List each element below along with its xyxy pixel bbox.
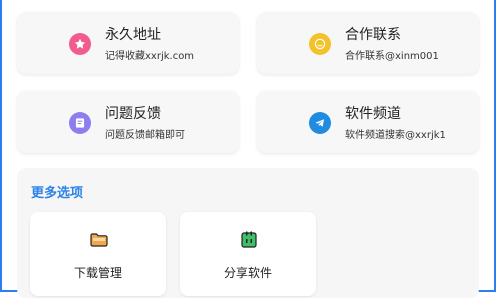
smile-icon	[309, 33, 331, 55]
contact-card[interactable]: 合作联系 合作联系@xinm001	[257, 12, 479, 74]
tile-label: 分享软件	[223, 266, 272, 280]
card-title: 问题反馈	[105, 106, 161, 122]
more-options-section: 更多选项 下载管理 分享软件	[17, 168, 479, 298]
tile-label: 下载管理	[73, 266, 122, 280]
star-icon	[69, 33, 91, 55]
share-software-tile[interactable]: 分享软件	[180, 212, 316, 296]
permanent-address-card[interactable]: 永久地址 记得收藏xxrjk.com	[17, 12, 239, 74]
folder-icon	[89, 230, 109, 250]
software-channel-card[interactable]: 软件频道 软件频道搜索@xxrjk1	[257, 91, 479, 153]
telegram-icon	[309, 112, 331, 134]
download-manager-tile[interactable]: 下载管理	[30, 212, 166, 296]
share-icon	[239, 230, 259, 250]
card-subtitle: 合作联系@xinm001	[345, 51, 439, 62]
feedback-icon	[69, 112, 91, 134]
card-title: 合作联系	[345, 27, 401, 43]
card-title: 永久地址	[105, 27, 161, 43]
card-subtitle: 问题反馈邮箱即可	[105, 130, 185, 141]
feedback-card[interactable]: 问题反馈 问题反馈邮箱即可	[17, 91, 239, 153]
section-title: 更多选项	[31, 186, 84, 201]
card-subtitle: 软件频道搜索@xxrjk1	[345, 130, 446, 141]
card-title: 软件频道	[345, 106, 401, 122]
card-subtitle: 记得收藏xxrjk.com	[105, 51, 195, 62]
